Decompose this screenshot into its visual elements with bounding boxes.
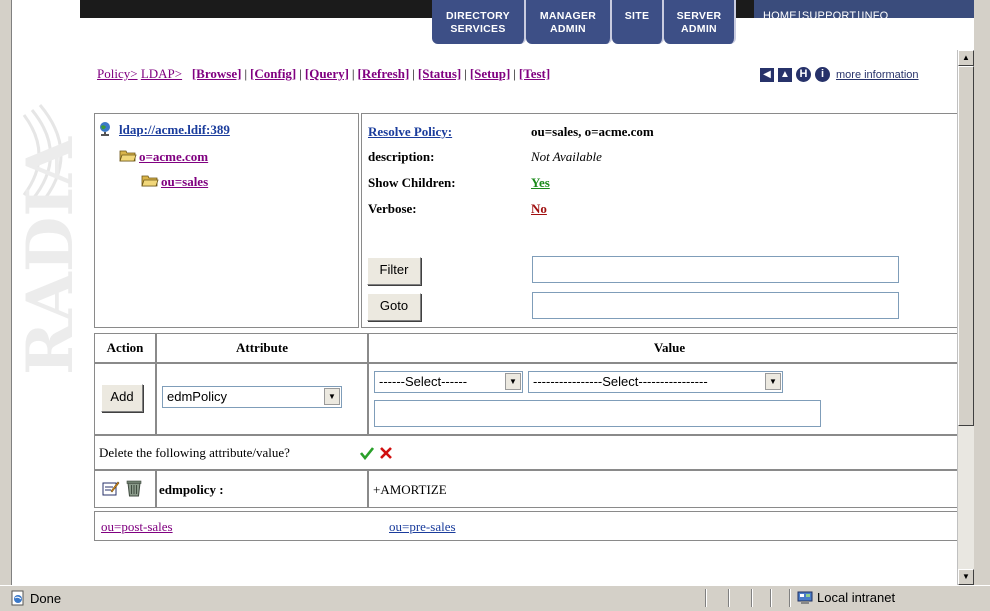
action-header: Action	[94, 333, 156, 363]
scroll-down-icon[interactable]: ▼	[958, 569, 974, 585]
attr-value-cell: +AMORTIZE	[368, 470, 971, 508]
scroll-thumb[interactable]	[958, 66, 974, 426]
tree-org-link[interactable]: o=acme.com	[139, 149, 208, 164]
tree-root: ldap://acme.ldif:389	[99, 122, 230, 138]
delete-prompt: Delete the following attribute/value?	[99, 445, 290, 460]
attr-name: edmpolicy :	[159, 482, 224, 497]
tab-site[interactable]: SITE	[612, 0, 664, 44]
query-link[interactable]: [Query]	[305, 66, 349, 81]
resolve-policy-value: ou=sales, o=acme.com	[531, 124, 654, 139]
chevron-down-icon: ▼	[765, 373, 781, 390]
value-type-select[interactable]: ------Select------ ▼	[374, 371, 523, 393]
browser-viewport: RADIA DIRECTORY SERVICES MANAGER ADMIN SIT…	[0, 0, 974, 585]
attr-name-cell: edmpolicy :	[156, 470, 368, 508]
back-arrow-icon[interactable]: ◀	[760, 67, 774, 82]
description-label: description:	[368, 149, 435, 164]
left-frame-border	[0, 0, 12, 585]
value-input[interactable]	[374, 400, 821, 427]
child-link-pre-sales[interactable]: ou=pre-sales	[389, 519, 456, 535]
show-children-toggle[interactable]: Yes	[531, 175, 550, 191]
test-link[interactable]: [Test]	[519, 66, 550, 81]
watermark-text: RADIA	[14, 136, 84, 375]
breadcrumb: Policy> LDAP> [Browse] | [Config] | [Query] |…	[97, 66, 551, 81]
value-cell: ------Select------ ▼ ----------------Sele…	[368, 363, 971, 435]
tab-server-admin[interactable]: SERVER ADMIN	[664, 0, 736, 44]
security-zone: Local intranet	[797, 590, 895, 605]
nav-icons: ◀ ▲ H i more information	[760, 67, 919, 82]
add-button[interactable]: Add	[101, 384, 143, 412]
attribute-select[interactable]: edmPolicy ▼	[162, 386, 342, 408]
top-links: HOME|SUPPORT|INFO	[763, 10, 889, 22]
value-header: Value	[368, 333, 971, 363]
attribute-cell: edmPolicy ▼	[156, 363, 368, 435]
breadcrumb-policy[interactable]: Policy>	[97, 66, 138, 81]
setup-link[interactable]: [Setup]	[470, 66, 510, 81]
chevron-down-icon: ▼	[505, 373, 521, 390]
chevron-down-icon: ▼	[324, 388, 340, 405]
status-done: Done	[10, 590, 61, 606]
verbose-label: Verbose:	[368, 201, 417, 216]
child-link-post-sales[interactable]: ou=post-sales	[101, 519, 173, 535]
breadcrumb-ldap[interactable]: LDAP>	[141, 66, 182, 81]
globe-icon	[100, 122, 110, 136]
tree-root-link[interactable]: ldap://acme.ldif:389	[119, 122, 230, 137]
description-value: Not Available	[531, 149, 602, 164]
filter-input[interactable]	[532, 256, 899, 283]
intranet-icon	[797, 591, 813, 604]
support-link[interactable]: SUPPORT	[802, 10, 856, 22]
page-icon	[11, 590, 24, 606]
edit-icon[interactable]	[102, 480, 120, 497]
value-option-select[interactable]: ----------------Select---------------- ▼	[528, 371, 783, 393]
edit-icons-cell	[94, 470, 156, 508]
open-folder-icon	[141, 175, 159, 187]
action-cell: Add	[94, 363, 156, 435]
tab-manager-admin[interactable]: MANAGER ADMIN	[526, 0, 612, 44]
info-icon[interactable]: i	[815, 67, 830, 82]
tree-ou: ou=sales	[141, 174, 208, 190]
vertical-scrollbar[interactable]: ▲ ▼	[957, 50, 974, 585]
home-link[interactable]: HOME	[763, 10, 797, 22]
filter-button[interactable]: Filter	[367, 257, 421, 285]
refresh-link[interactable]: [Refresh]	[358, 66, 410, 81]
browse-link[interactable]: [Browse]	[192, 66, 242, 81]
tree-ou-link[interactable]: ou=sales	[161, 174, 208, 189]
scroll-up-icon[interactable]: ▲	[958, 50, 974, 66]
up-arrow-icon[interactable]: ▲	[778, 67, 792, 82]
children-row: ou=post-sales ou=pre-sales	[94, 511, 971, 541]
config-link[interactable]: [Config]	[250, 66, 296, 81]
open-folder-icon	[119, 150, 137, 162]
attribute-header: Attribute	[156, 333, 368, 363]
ldap-tree-panel: ldap://acme.ldif:389 o=acme.com ou=sales	[94, 113, 359, 328]
cancel-x-icon[interactable]	[379, 446, 393, 460]
tab-directory-services[interactable]: DIRECTORY SERVICES	[432, 0, 526, 44]
verbose-toggle[interactable]: No	[531, 201, 547, 217]
goto-input[interactable]	[532, 292, 899, 319]
help-icon[interactable]: H	[796, 67, 811, 82]
delete-row: Delete the following attribute/value?	[94, 435, 971, 470]
trash-icon[interactable]	[126, 479, 142, 497]
header-tabs: DIRECTORY SERVICES MANAGER ADMIN SITE SERV…	[432, 0, 736, 44]
status-bar: Done Local intranet	[0, 585, 990, 611]
show-children-label: Show Children:	[368, 175, 456, 190]
info-link[interactable]: INFO	[861, 10, 888, 22]
resolve-policy-link[interactable]: Resolve Policy:	[368, 124, 452, 140]
tree-org: o=acme.com	[119, 149, 208, 165]
goto-button[interactable]: Goto	[367, 293, 421, 321]
confirm-check-icon[interactable]	[360, 446, 374, 460]
radia-watermark: RADIA	[14, 104, 84, 375]
status-link[interactable]: [Status]	[418, 66, 461, 81]
attr-value: +AMORTIZE	[373, 482, 447, 497]
properties-panel: Resolve Policy: ou=sales, o=acme.com des…	[361, 113, 971, 328]
more-information-link[interactable]: more information	[836, 69, 919, 81]
